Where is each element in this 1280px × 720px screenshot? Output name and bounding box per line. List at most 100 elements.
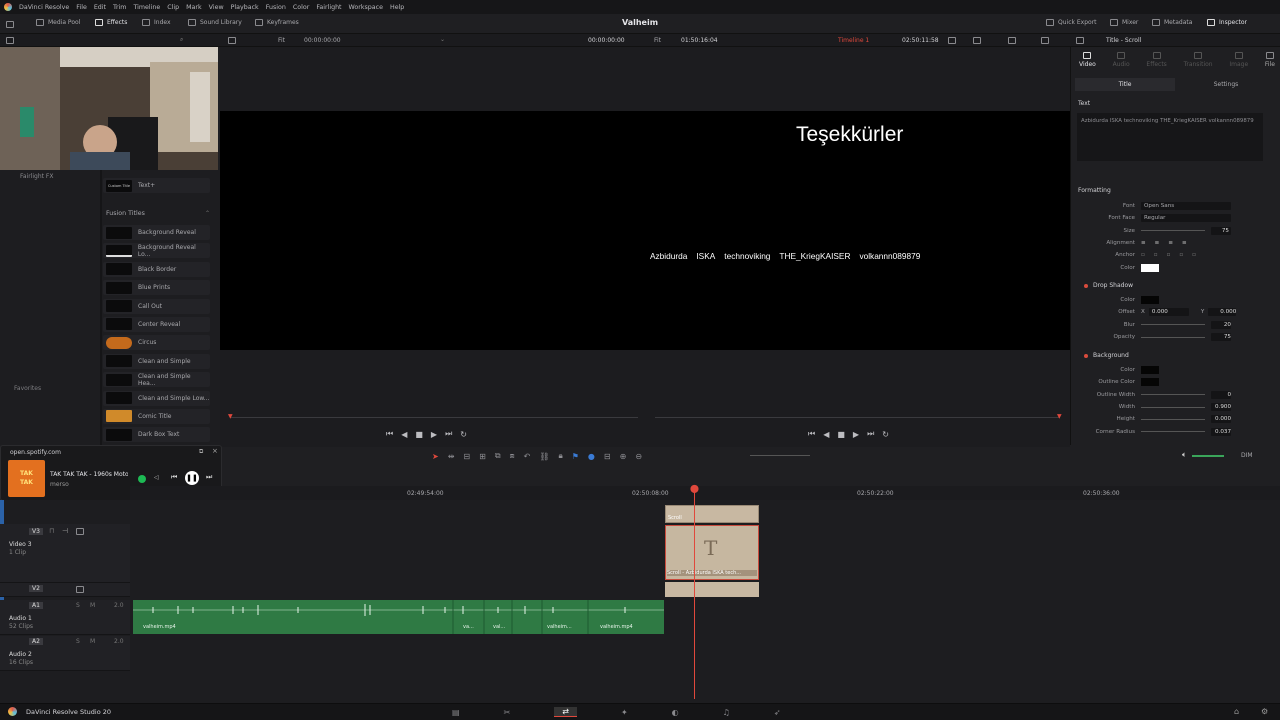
fairlight-fx-category[interactable]: Fairlight FX	[20, 173, 53, 180]
fit-left-dropdown[interactable]: Fit	[278, 37, 285, 44]
mixer-button[interactable]: Mixer	[1110, 19, 1138, 26]
track-header-a1[interactable]: A1 S M 2.0 Audio 1 52 Clips	[0, 600, 130, 635]
mute-button[interactable]: M	[90, 638, 95, 645]
index-button[interactable]: Index	[142, 19, 171, 26]
blur-field[interactable]: 20	[1211, 320, 1231, 329]
tab-video[interactable]: Video	[1079, 52, 1096, 68]
layout-icon[interactable]	[948, 37, 956, 44]
inspector-button[interactable]: Inspector	[1207, 19, 1247, 26]
stop-icon[interactable]: ■	[837, 430, 845, 439]
menu-clip[interactable]: Clip	[167, 4, 179, 11]
panel-toggle-icon[interactable]	[6, 21, 14, 28]
timeline-name-dropdown[interactable]: Timeline 1	[838, 37, 869, 44]
loop-icon[interactable]: ↻	[882, 430, 889, 439]
menu-workspace[interactable]: Workspace	[349, 4, 383, 11]
link-icon[interactable]: ⛓	[539, 452, 549, 461]
loop-icon[interactable]: ↻	[460, 430, 467, 439]
bg-color-swatch[interactable]	[1141, 366, 1159, 375]
jump-end-icon[interactable]: ⏭	[867, 429, 874, 439]
safe-area-icon[interactable]	[1041, 37, 1049, 44]
next-icon[interactable]: ⏭	[206, 473, 212, 482]
text-color-swatch[interactable]	[1141, 263, 1159, 272]
audio-clip-name[interactable]: valheim.mp4	[600, 624, 633, 630]
template-item[interactable]: Dark Box Text	[103, 427, 210, 443]
transform-icon[interactable]	[1008, 37, 1016, 44]
marker-icon[interactable]: ●	[588, 452, 595, 461]
settings-gear-icon[interactable]: ⚙	[1261, 707, 1268, 716]
fit-mid-dropdown[interactable]: Fit	[654, 37, 661, 44]
audio-clip-name[interactable]: valheim.mp4	[143, 624, 176, 630]
template-item[interactable]: Circus	[103, 335, 210, 351]
blur-slider[interactable]	[1141, 324, 1205, 326]
drop-shadow-header[interactable]: Drop Shadow	[1084, 282, 1133, 289]
lock-icon[interactable]: ⊓	[49, 527, 54, 535]
menu-app[interactable]: DaVinci Resolve	[19, 4, 69, 11]
audio-clip-name[interactable]: va...	[463, 624, 474, 630]
timeline-playhead[interactable]: ▼	[1057, 413, 1062, 420]
effects-button[interactable]: Effects	[95, 19, 127, 26]
home-icon[interactable]: ⌂	[1234, 707, 1239, 716]
volume-icon[interactable]: 🔈︎	[1182, 450, 1187, 460]
solo-button[interactable]: S	[76, 638, 80, 645]
font-face-dropdown[interactable]: Regular	[1141, 214, 1231, 223]
monitor-icon[interactable]	[973, 37, 981, 44]
enabled-dot-icon[interactable]	[1084, 353, 1088, 358]
zoom-in-icon[interactable]: ⊕	[620, 452, 627, 461]
overwrite-icon[interactable]: ⧉	[495, 451, 501, 461]
playhead-line[interactable]	[694, 491, 695, 699]
menu-help[interactable]: Help	[390, 4, 404, 11]
play-icon[interactable]: ▶	[853, 430, 859, 439]
flag-icon[interactable]: ⚑	[572, 452, 579, 461]
menu-edit[interactable]: Edit	[94, 4, 106, 11]
fusion-page-icon[interactable]: ✦	[621, 708, 628, 717]
track-header-v3[interactable]: V3 ⊓ ⊣ Video 3 1 Clip	[0, 524, 130, 583]
sidebar-icon[interactable]	[6, 37, 14, 44]
enable-track-icon[interactable]	[76, 586, 84, 593]
favorites-header[interactable]: Favorites	[14, 385, 41, 392]
play-icon[interactable]: ▶	[431, 430, 437, 439]
close-icon[interactable]: ×	[212, 447, 218, 455]
size-field[interactable]: 75	[1211, 226, 1231, 235]
opacity-slider[interactable]	[1141, 336, 1205, 338]
viewer-screen[interactable]: Teşekkürler Azbidurda ISKA technoviking …	[220, 111, 1070, 350]
timeline-scrubber[interactable]	[655, 417, 1060, 418]
stop-icon[interactable]: ■	[415, 430, 423, 439]
fairlight-page-icon[interactable]: ♫	[723, 708, 730, 717]
menu-file[interactable]: File	[76, 4, 87, 11]
chevron-down-icon[interactable]: ⌄	[440, 36, 445, 43]
liked-check-icon[interactable]	[138, 475, 146, 483]
trim-tool-icon[interactable]: ⇹	[448, 452, 455, 461]
source-playhead[interactable]: ▼	[228, 413, 233, 420]
font-dropdown[interactable]: Open Sans	[1141, 202, 1231, 211]
template-item[interactable]: Clean and Simple	[103, 353, 210, 369]
menu-mark[interactable]: Mark	[186, 4, 202, 11]
menu-color[interactable]: Color	[293, 4, 309, 11]
cast-icon[interactable]: ◁	[154, 474, 159, 481]
jump-end-icon[interactable]: ⏭	[445, 429, 452, 439]
offset-y-field[interactable]: 0.000	[1208, 308, 1237, 317]
outline-width-field[interactable]: 0	[1211, 390, 1231, 399]
search-icon[interactable]: ⌕	[180, 36, 183, 44]
select-tool-icon[interactable]: ➤	[432, 452, 439, 461]
quick-export-button[interactable]: Quick Export	[1046, 19, 1097, 26]
blade-tool-icon[interactable]: ⊟	[463, 452, 470, 461]
template-item[interactable]: Black Border	[103, 261, 210, 277]
volume-slider[interactable]	[1192, 455, 1224, 457]
outline-width-slider[interactable]	[1141, 394, 1205, 396]
scroll-clip-top[interactable]: Scroll	[665, 505, 759, 523]
step-back-icon[interactable]: ◀	[823, 430, 829, 439]
anchor-buttons[interactable]: ▫▫▫▫▫	[1141, 252, 1205, 258]
text-input[interactable]: Azbidurda ISKA technoviking THE_KriegKAI…	[1077, 113, 1263, 161]
height-slider[interactable]	[1141, 418, 1205, 420]
media-page-icon[interactable]: ▤	[452, 708, 460, 717]
media-pool-button[interactable]: Media Pool	[36, 19, 80, 26]
previous-icon[interactable]: ⏮	[171, 473, 177, 482]
timeline-ruler[interactable]: 02:49:54:00 02:50:08:00 02:50:22:00 02:5…	[130, 486, 1280, 500]
dim-button[interactable]: DIM	[1241, 452, 1253, 459]
shadow-color-swatch[interactable]	[1141, 296, 1159, 305]
color-page-icon[interactable]: ◐	[672, 708, 679, 717]
lock-icon[interactable]: 🔒︎	[558, 451, 562, 461]
template-item[interactable]: Clean and Simple Hea...	[103, 372, 210, 388]
menu-fusion[interactable]: Fusion	[266, 4, 286, 11]
scroll-clip-bottom[interactable]	[665, 582, 759, 597]
